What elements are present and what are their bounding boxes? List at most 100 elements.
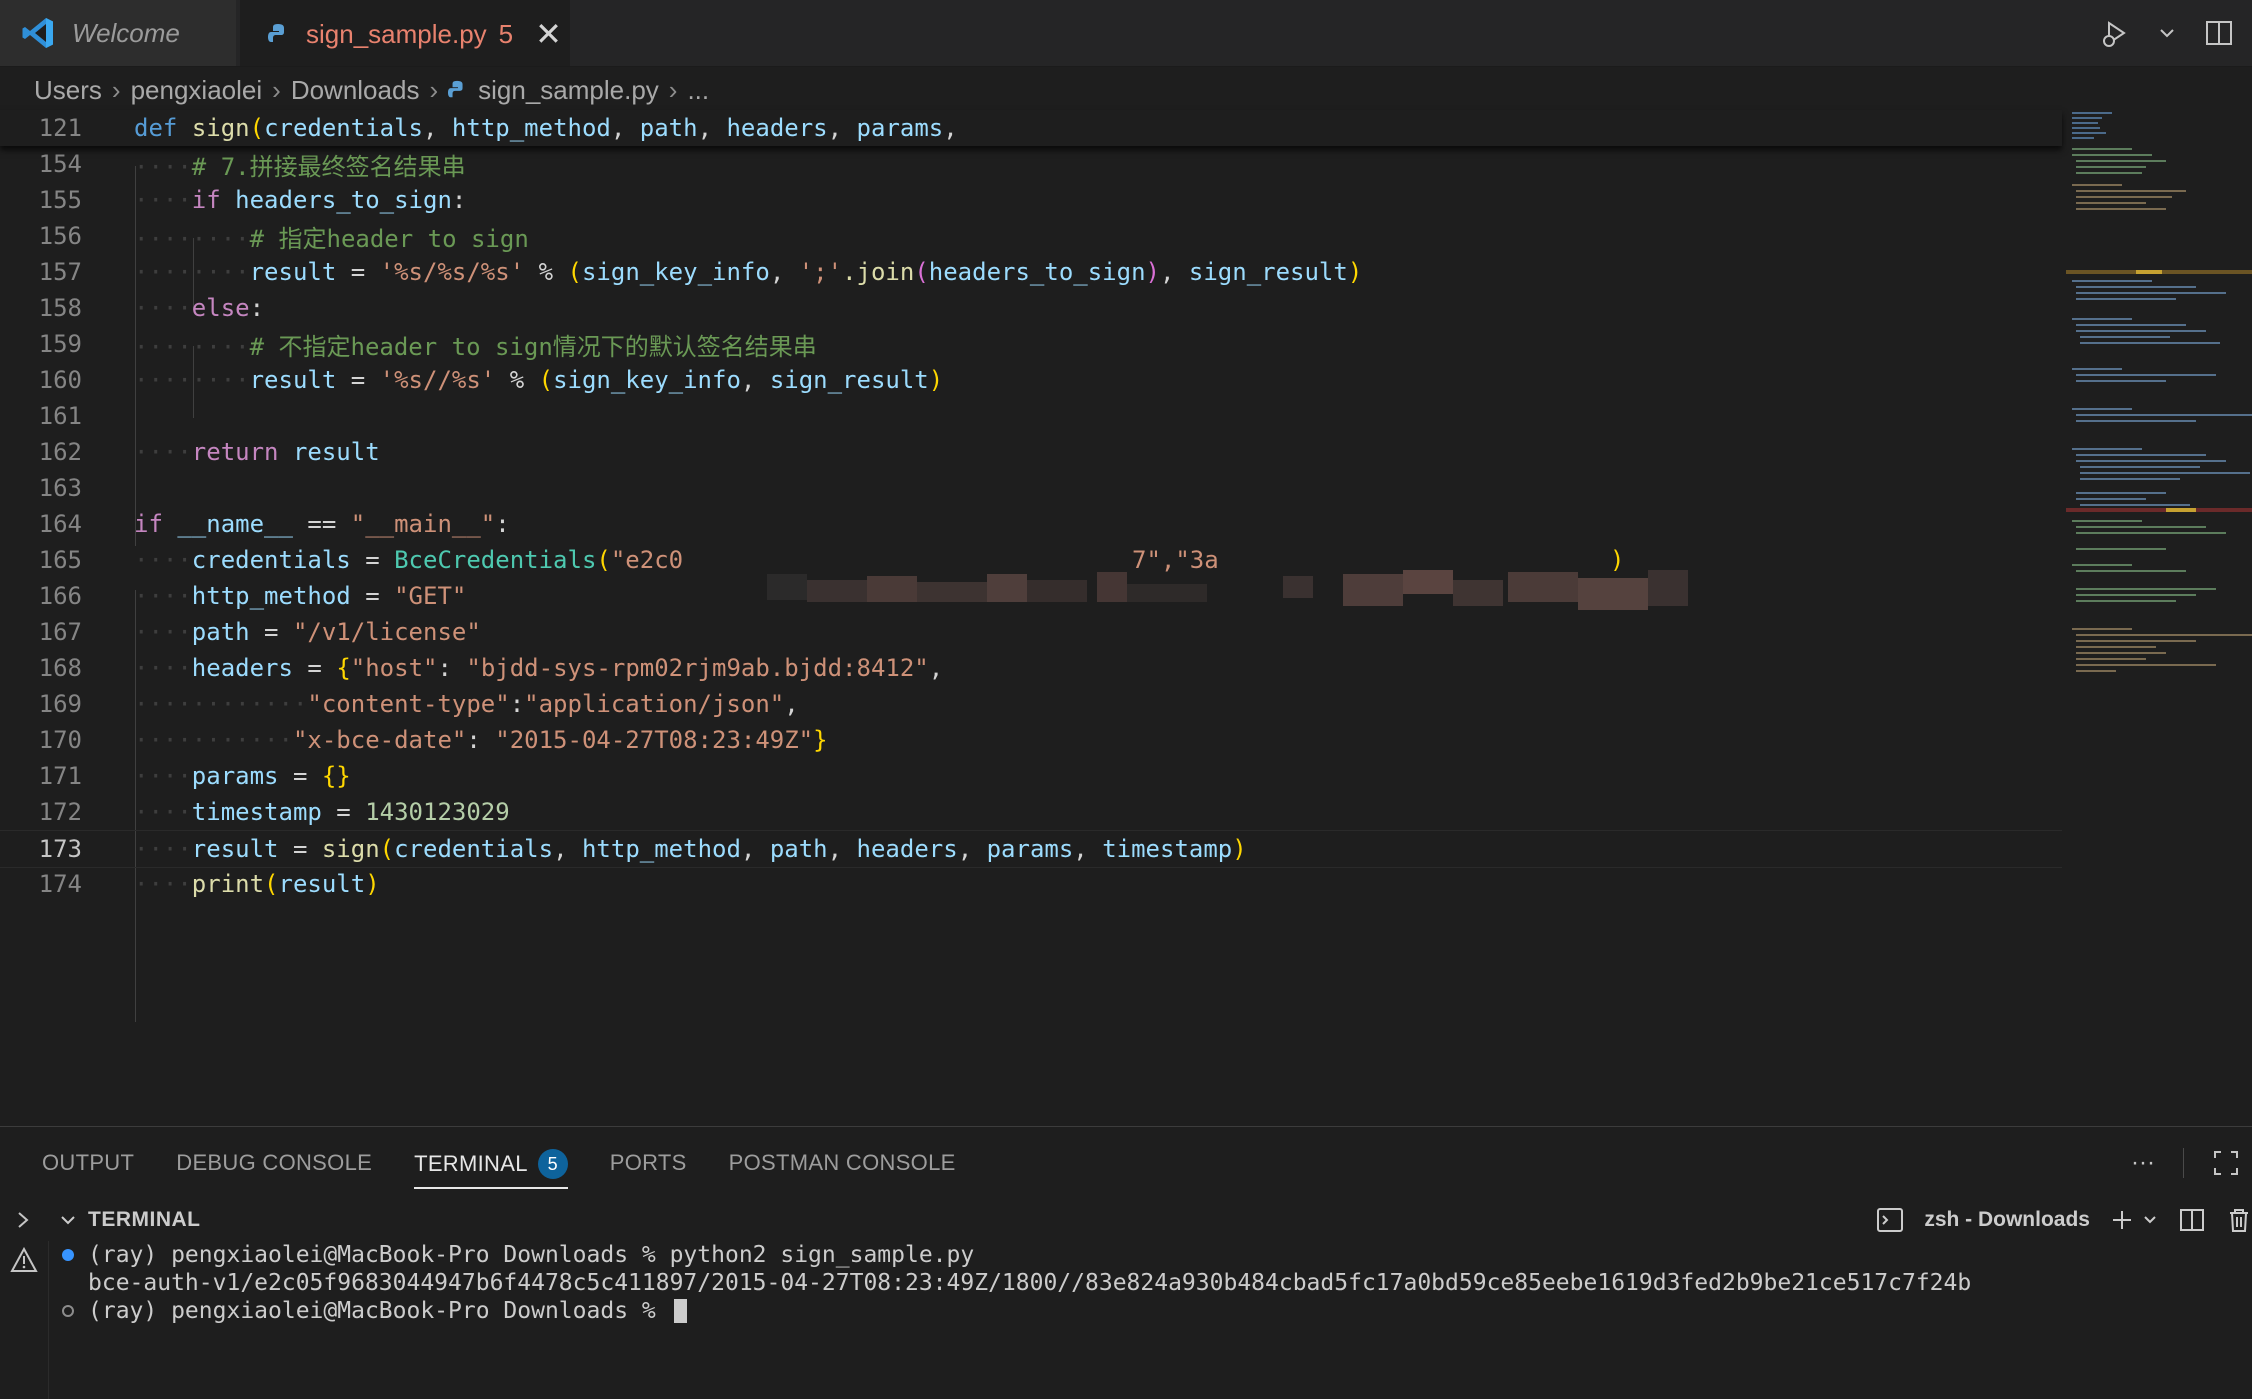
chevron-right-icon: › bbox=[429, 74, 439, 105]
tab-ports[interactable]: PORTS bbox=[610, 1127, 687, 1199]
code-line-166[interactable]: 166 ····http_method = "GET" bbox=[0, 578, 2062, 614]
maximize-panel-icon[interactable] bbox=[2212, 1149, 2240, 1177]
code-line-160[interactable]: 160 ········result = '%s//%s' % (sign_ke… bbox=[0, 362, 2062, 398]
tab-debug-console[interactable]: DEBUG CONSOLE bbox=[176, 1127, 372, 1199]
terminal-prompt-line[interactable]: (ray) pengxiaolei@MacBook-Pro Downloads … bbox=[88, 1297, 687, 1325]
terminal-line: bce-auth-v1/e2c05f9683044947b6f4478c5c41… bbox=[88, 1270, 1972, 1296]
code-line-164[interactable]: 164 if __name__ == "__main__": bbox=[0, 506, 2062, 542]
chevron-right-icon: › bbox=[668, 74, 678, 105]
code-line-159[interactable]: 159 ········# 不指定header to sign情况下的默认签名结… bbox=[0, 326, 2062, 362]
code-line-174[interactable]: 174 ····print(result) bbox=[0, 866, 2062, 902]
code-text: ········# 指定header to sign bbox=[134, 224, 529, 253]
code-line-163[interactable]: 163 bbox=[0, 470, 2062, 506]
command-pending-dot-icon bbox=[62, 1305, 74, 1317]
split-editor-icon[interactable] bbox=[2202, 16, 2236, 50]
panel-actions: ··· bbox=[2131, 1127, 2240, 1199]
chevron-down-icon[interactable] bbox=[2150, 16, 2184, 50]
chevron-right-icon: › bbox=[272, 74, 281, 105]
line-number: 121 bbox=[38, 114, 82, 142]
tab-terminal-label: TERMINAL bbox=[414, 1151, 528, 1176]
code-line-121[interactable]: 121 def sign(credentials, http_method, p… bbox=[0, 110, 2062, 146]
code-text: ····credentials = BceCredentials("e2c0 bbox=[134, 546, 684, 574]
code-text: ····params = {} bbox=[134, 762, 351, 790]
code-line-173[interactable]: 173 ····result = sign(credentials, http_… bbox=[0, 830, 2062, 868]
chevron-right-icon[interactable] bbox=[12, 1209, 34, 1231]
breadcrumb: Users › pengxiaolei › Downloads › sign_s… bbox=[34, 70, 709, 110]
line-number: 168 bbox=[38, 654, 82, 682]
tab-terminal[interactable]: TERMINAL 5 bbox=[414, 1141, 568, 1189]
code-line-171[interactable]: 171 ····params = {} bbox=[0, 758, 2062, 794]
code-line-161[interactable]: 161 bbox=[0, 398, 2062, 434]
breadcrumb-user[interactable]: pengxiaolei bbox=[131, 75, 263, 106]
code-text: ····print(result) bbox=[134, 870, 380, 898]
close-tab-icon[interactable]: ✕ bbox=[535, 18, 562, 50]
tab-welcome-label: Welcome bbox=[72, 17, 180, 48]
terminal-line: (ray) pengxiaolei@MacBook-Pro Downloads … bbox=[88, 1242, 975, 1268]
code-line-165[interactable]: 165 ····credentials = BceCredentials("e2… bbox=[0, 542, 2062, 610]
terminal-prompt: (ray) pengxiaolei@MacBook-Pro Downloads … bbox=[88, 1298, 670, 1324]
code-text: ···········"x-bce-date": "2015-04-27T08:… bbox=[134, 726, 828, 754]
code-line-157[interactable]: 157 ········result = '%s/%s/%s' % (sign_… bbox=[0, 254, 2062, 290]
line-number: 172 bbox=[38, 798, 82, 826]
tab-welcome[interactable]: Welcome bbox=[0, 0, 236, 66]
code-text: ····http_method = "GET" bbox=[134, 582, 467, 610]
code-line-169[interactable]: 169 ············"content-type":"applicat… bbox=[0, 686, 2062, 722]
line-number: 174 bbox=[38, 870, 82, 898]
new-terminal-icon[interactable] bbox=[2110, 1208, 2134, 1232]
terminal-icon bbox=[1877, 1208, 1904, 1232]
split-terminal-icon[interactable] bbox=[2178, 1206, 2206, 1234]
breadcrumb-symbol[interactable]: ... bbox=[687, 75, 709, 106]
line-number: 163 bbox=[38, 474, 82, 502]
minimap[interactable] bbox=[2066, 108, 2252, 828]
panel-tabs: OUTPUT DEBUG CONSOLE TERMINAL 5 PORTS PO… bbox=[0, 1127, 2252, 1199]
tab-postman-console[interactable]: POSTMAN CONSOLE bbox=[729, 1127, 956, 1199]
breadcrumb-users[interactable]: Users bbox=[34, 75, 102, 106]
command-success-dot-icon bbox=[62, 1249, 74, 1261]
bottom-panel: OUTPUT DEBUG CONSOLE TERMINAL 5 PORTS PO… bbox=[0, 1126, 2252, 1399]
terminal-section[interactable]: TERMINAL bbox=[58, 1208, 201, 1232]
breadcrumb-downloads[interactable]: Downloads bbox=[291, 75, 420, 106]
editor-actions bbox=[2098, 0, 2252, 66]
code-text: ····# 7.拼接最终签名结果串 bbox=[134, 152, 466, 181]
terminal-output[interactable]: (ray) pengxiaolei@MacBook-Pro Downloads … bbox=[48, 1241, 2252, 1399]
editor-tab-bar: Welcome sign_sample.py 5 ✕ bbox=[0, 0, 2252, 67]
python-file-icon bbox=[448, 80, 463, 98]
code-text: ····return result bbox=[134, 438, 380, 466]
code-line-168[interactable]: 168 ····headers = {"host": "bjdd-sys-rpm… bbox=[0, 650, 2062, 686]
code-line-156[interactable]: 156 ········# 指定header to sign bbox=[0, 218, 2062, 254]
line-number: 166 bbox=[38, 582, 82, 610]
code-line-170[interactable]: 170 ···········"x-bce-date": "2015-04-27… bbox=[0, 722, 2062, 758]
line-number: 167 bbox=[38, 618, 82, 646]
code-text: ····result = sign(credentials, http_meth… bbox=[134, 835, 1247, 863]
tab-sign-sample-py[interactable]: sign_sample.py 5 ✕ bbox=[240, 0, 570, 66]
code-line-172[interactable]: 172 ····timestamp = 1430123029 bbox=[0, 794, 2062, 830]
line-number: 162 bbox=[38, 438, 82, 466]
tab-file-label: sign_sample.py bbox=[306, 18, 487, 49]
line-number: 164 bbox=[38, 510, 82, 538]
breadcrumb-file[interactable]: sign_sample.py bbox=[478, 75, 659, 106]
run-debug-icon[interactable] bbox=[2098, 16, 2132, 50]
code-line-162[interactable]: 162 ····return result bbox=[0, 434, 2062, 470]
line-number: 161 bbox=[38, 402, 82, 430]
chevron-down-icon[interactable] bbox=[2142, 1212, 2158, 1228]
tab-output[interactable]: OUTPUT bbox=[42, 1127, 134, 1199]
divider bbox=[2183, 1148, 2184, 1178]
code-text: def sign(credentials, http_method, path,… bbox=[134, 114, 958, 142]
code-line-167[interactable]: 167 ····path = "/v1/license" bbox=[0, 614, 2062, 650]
shell-selector[interactable]: zsh - Downloads bbox=[1924, 1208, 2090, 1232]
line-number: 170 bbox=[38, 726, 82, 754]
redacted-area bbox=[1196, 542, 1688, 610]
trash-icon[interactable] bbox=[2226, 1206, 2252, 1234]
line-number: 171 bbox=[38, 762, 82, 790]
line-number: 158 bbox=[38, 294, 82, 322]
code-line-155[interactable]: 155 ····if headers_to_sign: bbox=[0, 182, 2062, 218]
code-line-154[interactable]: 154 ····# 7.拼接最终签名结果串 bbox=[0, 146, 2062, 182]
terminal-count-badge: 5 bbox=[537, 1149, 568, 1179]
code-line-158[interactable]: 158 ····else: bbox=[0, 290, 2062, 326]
panel-side-strip bbox=[0, 1199, 49, 1399]
code-editor[interactable]: 121 def sign(credentials, http_method, p… bbox=[0, 110, 2062, 1122]
line-number: 159 bbox=[38, 330, 82, 358]
more-actions-icon[interactable]: ··· bbox=[2131, 1149, 2155, 1177]
warning-icon[interactable] bbox=[10, 1247, 38, 1273]
problems-count: 5 bbox=[498, 18, 514, 49]
